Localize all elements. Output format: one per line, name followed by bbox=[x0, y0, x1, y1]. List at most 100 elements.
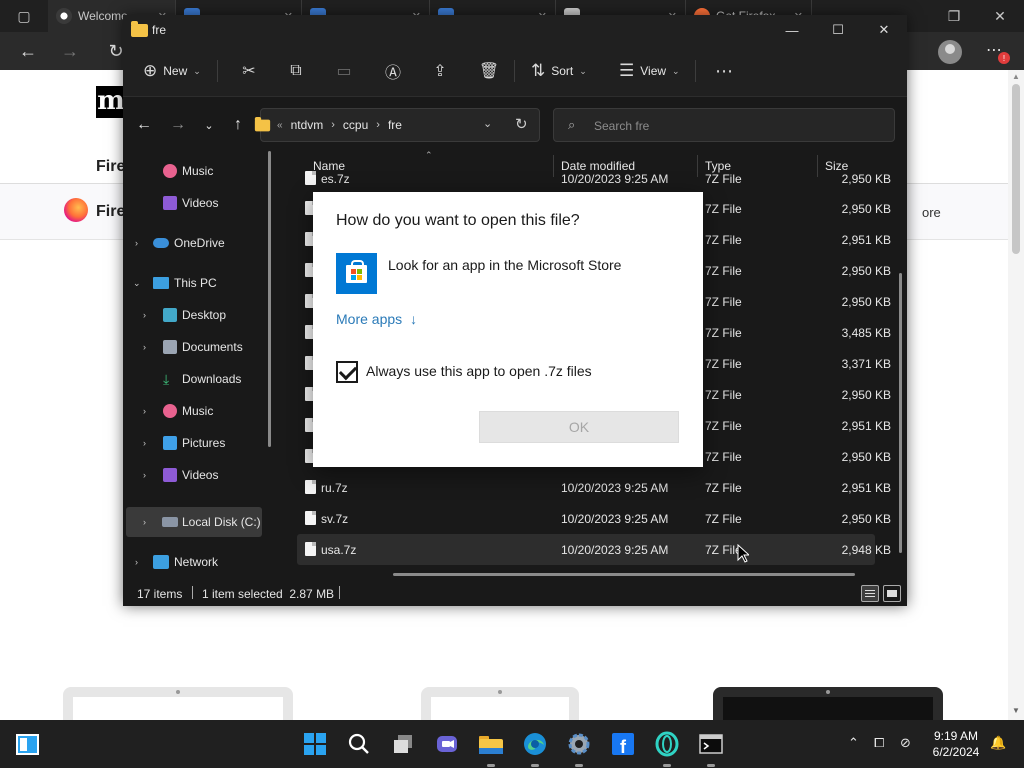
scroll-up-icon[interactable]: ▲ bbox=[1012, 72, 1020, 81]
recent-locations-icon[interactable]: ⌄ bbox=[197, 113, 221, 137]
opera-icon[interactable] bbox=[653, 730, 681, 758]
file-date: 10/20/2023 9:25 AM bbox=[561, 543, 669, 557]
more-apps-link[interactable]: More apps ↓ bbox=[336, 311, 417, 327]
breadcrumb-item[interactable]: fre bbox=[388, 118, 402, 132]
file-date: 10/20/2023 9:25 AM bbox=[561, 512, 669, 526]
chevron-right-icon[interactable]: › bbox=[135, 557, 138, 567]
back-icon[interactable]: ← bbox=[132, 113, 156, 137]
close-icon[interactable]: ✕ bbox=[861, 15, 907, 45]
sidebar-item-network[interactable]: › Network bbox=[123, 547, 263, 577]
chevron-right-icon[interactable]: › bbox=[143, 517, 146, 527]
chevron-right-icon[interactable]: › bbox=[143, 406, 146, 416]
maximize-icon[interactable]: ☐ bbox=[815, 15, 861, 45]
chevron-down-icon[interactable]: ⌄ bbox=[133, 278, 141, 289]
clock[interactable]: 9:19 AM 6/2/2024 bbox=[926, 728, 986, 760]
scroll-down-icon[interactable]: ▼ bbox=[1012, 706, 1020, 715]
title-bar[interactable]: fre — ☐ ✕ bbox=[123, 15, 907, 45]
sidebar-item-pictures[interactable]: › Pictures bbox=[123, 428, 263, 458]
sidebar-item-videos[interactable]: › Videos bbox=[123, 460, 263, 490]
copy-icon[interactable]: ⧉ bbox=[282, 59, 310, 83]
chevron-down-icon[interactable]: ⌄ bbox=[483, 117, 492, 130]
navigation-scrollbar[interactable] bbox=[268, 151, 271, 447]
facebook-icon[interactable]: f bbox=[609, 730, 637, 758]
file-list-horizontal-scrollbar[interactable] bbox=[393, 573, 855, 576]
ok-button[interactable]: OK bbox=[479, 411, 679, 443]
site-logo[interactable]: m bbox=[96, 86, 126, 118]
share-icon[interactable]: ⇪ bbox=[426, 59, 454, 83]
open-with-dialog: How do you want to open this file? Look … bbox=[313, 192, 703, 467]
cloud-icon bbox=[153, 238, 169, 248]
chevron-right-icon[interactable]: › bbox=[143, 342, 146, 352]
network-status-icon[interactable]: ⊘ bbox=[900, 735, 911, 751]
always-use-checkbox[interactable] bbox=[336, 361, 358, 383]
more-options-icon[interactable]: ⋯ bbox=[710, 59, 738, 83]
microsoft-store-icon[interactable] bbox=[336, 253, 377, 294]
sidebar-item-local-disk[interactable]: › Local Disk (C:) bbox=[123, 507, 263, 537]
file-list-vertical-scrollbar[interactable] bbox=[899, 273, 902, 553]
teams-chat-icon[interactable] bbox=[433, 730, 461, 758]
search-input[interactable]: ⌕ Search fre bbox=[553, 108, 895, 142]
rename-icon[interactable]: Ⓐ bbox=[379, 59, 407, 83]
sidebar-item-onedrive[interactable]: › OneDrive bbox=[123, 228, 263, 258]
clock-time: 9:19 AM bbox=[933, 729, 979, 743]
up-icon[interactable]: ↑ bbox=[226, 113, 250, 137]
file-row[interactable]: sv.7z 10/20/2023 9:25 AM 7Z File 2,950 KB bbox=[297, 503, 891, 534]
view-button[interactable]: ☰ View ⌄ bbox=[619, 60, 680, 82]
display-icon[interactable]: ⧠ bbox=[874, 735, 884, 751]
preview-card[interactable] bbox=[63, 687, 293, 721]
chevron-right-icon[interactable]: › bbox=[143, 470, 146, 480]
sidebar-item-documents[interactable]: › Documents bbox=[123, 332, 263, 362]
file-name: ru.7z bbox=[321, 481, 348, 495]
notification-bell-icon[interactable]: 🔔 bbox=[990, 735, 1006, 751]
sidebar-item-music[interactable]: › Music bbox=[123, 396, 263, 426]
more-link[interactable]: ore bbox=[922, 205, 941, 220]
address-bar[interactable]: « ntdvm › ccpu › fre ⌄ ↻ bbox=[254, 108, 540, 142]
tab-actions-icon[interactable]: ▢ bbox=[4, 0, 44, 32]
tiles-view-icon[interactable] bbox=[883, 585, 901, 602]
scrollbar-thumb[interactable] bbox=[1012, 84, 1020, 254]
task-view-icon[interactable] bbox=[389, 730, 417, 758]
command-bar: ⊕ New ⌄ ✂ ⧉ ▭ Ⓐ ⇪ 🗑 ⇅ Sort ⌄ ☰ View ⌄ ⋯ bbox=[123, 45, 907, 97]
terminal-icon[interactable] bbox=[697, 730, 725, 758]
preview-card[interactable] bbox=[421, 687, 579, 721]
close-icon[interactable]: ✕ bbox=[980, 0, 1020, 32]
sidebar-item-videos[interactable]: Videos bbox=[123, 188, 263, 218]
paste-icon[interactable]: ▭ bbox=[330, 59, 358, 83]
start-icon[interactable] bbox=[301, 730, 329, 758]
chevron-right-icon[interactable]: › bbox=[143, 310, 146, 320]
sidebar-item-downloads[interactable]: ⤓ Downloads bbox=[123, 364, 263, 394]
edge-icon bbox=[56, 8, 72, 24]
details-view-icon[interactable] bbox=[861, 585, 879, 602]
forward-icon[interactable]: → bbox=[52, 32, 88, 70]
restore-icon[interactable]: ❐ bbox=[934, 0, 974, 32]
chevron-right-icon[interactable]: › bbox=[143, 438, 146, 448]
file-explorer-icon[interactable] bbox=[477, 730, 505, 758]
sidebar-item-music[interactable]: Music bbox=[123, 156, 263, 186]
back-icon[interactable]: ← bbox=[10, 32, 46, 70]
search-icon[interactable] bbox=[345, 730, 373, 758]
always-use-label[interactable]: Always use this app to open .7z files bbox=[366, 363, 592, 379]
cut-icon[interactable]: ✂ bbox=[235, 59, 263, 83]
minimize-icon[interactable]: — bbox=[769, 15, 815, 45]
refresh-icon[interactable]: ↻ bbox=[515, 115, 528, 133]
breadcrumb-item[interactable]: ntdvm bbox=[291, 118, 324, 132]
file-row[interactable]: usa.7z 10/20/2023 9:25 AM 7Z File 2,948 KB bbox=[297, 534, 891, 565]
settings-icon[interactable] bbox=[565, 730, 593, 758]
sidebar-item-this-pc[interactable]: ⌄ This PC bbox=[123, 268, 263, 298]
sort-button[interactable]: ⇅ Sort ⌄ bbox=[531, 60, 587, 82]
preview-card[interactable] bbox=[713, 687, 943, 721]
delete-icon[interactable]: 🗑 bbox=[475, 59, 503, 83]
new-button[interactable]: ⊕ New ⌄ bbox=[143, 60, 201, 82]
windows-logo-icon[interactable] bbox=[16, 734, 39, 755]
store-option-label[interactable]: Look for an app in the Microsoft Store bbox=[388, 257, 621, 273]
breadcrumb-item[interactable]: ccpu bbox=[343, 118, 368, 132]
show-hidden-icons-chevron-icon[interactable]: ⌃ bbox=[848, 735, 859, 751]
file-row[interactable]: es.7z 10/20/2023 9:25 AM 7Z File 2,950 KB bbox=[297, 163, 891, 194]
page-scrollbar[interactable]: ▲ ▼ bbox=[1008, 70, 1024, 720]
forward-icon[interactable]: → bbox=[166, 113, 190, 137]
file-row[interactable]: ru.7z 10/20/2023 9:25 AM 7Z File 2,951 KB bbox=[297, 472, 891, 503]
edge-icon[interactable] bbox=[521, 730, 549, 758]
profile-avatar[interactable] bbox=[938, 40, 962, 64]
sidebar-item-desktop[interactable]: › Desktop bbox=[123, 300, 263, 330]
chevron-right-icon[interactable]: › bbox=[135, 238, 138, 248]
